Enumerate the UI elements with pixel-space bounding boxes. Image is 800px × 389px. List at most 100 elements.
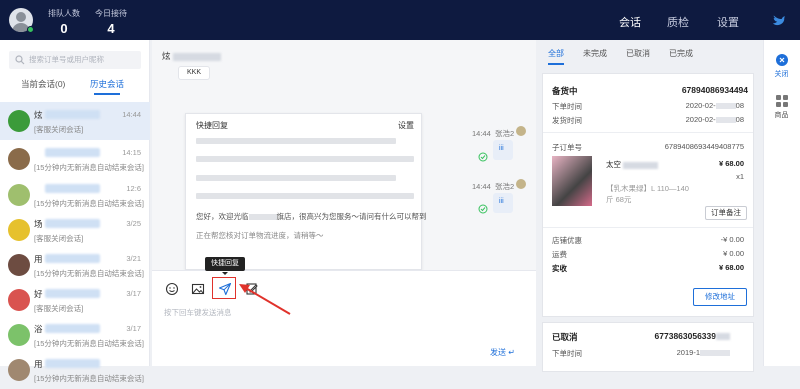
online-status-dot	[27, 26, 34, 33]
order-remark-button[interactable]: 订单备注	[705, 206, 747, 220]
emoji-icon[interactable]	[165, 282, 179, 296]
redacted-name	[45, 184, 100, 193]
session-list-item[interactable]: 12:6 [15分钟内无新消息自动结束会话]	[0, 176, 150, 214]
redacted-name	[45, 148, 100, 157]
product-spec-price: 斤 68元	[606, 195, 632, 204]
order-tab-cancelled[interactable]: 已取消	[626, 48, 650, 59]
customer-avatar	[8, 148, 30, 170]
session-list-item[interactable]: 浴 3/17 [15分钟内无新消息自动结束会话]	[0, 316, 150, 354]
quick-reply-item[interactable]	[196, 138, 396, 144]
session-list-item[interactable]: 炫 14:44 [客服关闭会话]	[0, 102, 150, 140]
top-header: 排队人数 0 今日接待 4 会话 质检 设置	[0, 0, 800, 44]
agent-avatar-small	[516, 179, 526, 189]
customer-avatar	[8, 184, 30, 206]
read-check-icon	[478, 204, 488, 214]
agent-avatar-small	[516, 126, 526, 136]
ship-time-row: 发货时间 2020-02- 08	[552, 115, 744, 125]
nav-tab-quality[interactable]: 质检	[667, 14, 689, 30]
quick-reply-title: 快捷回复	[196, 121, 228, 130]
session-time: 14:15	[122, 148, 141, 157]
quick-reply-popup: 快捷回复 设置 您好，欢迎光临 旗店，很高兴为您服务～请问有什么可以帮到 正在帮您…	[185, 113, 427, 270]
quick-reply-settings-link[interactable]: 设置	[398, 120, 414, 131]
redacted-name	[45, 254, 100, 263]
order-tab-unfinished[interactable]: 未完成	[583, 48, 607, 59]
product-spec: 【乳木果绿】L 110—140	[606, 184, 689, 193]
session-list-item[interactable]: 好 3/17 [客服关闭会话]	[0, 281, 150, 319]
divider	[543, 227, 753, 228]
search-input[interactable]: 搜索订单号或用户昵称	[9, 51, 141, 69]
session-list-item[interactable]: 场 3/25 [客服关闭会话]	[0, 211, 150, 249]
session-last-message: [15分钟内无新消息自动结束会话]	[34, 374, 145, 383]
send-button[interactable]: 发送 ↵	[490, 347, 515, 358]
grid-icon	[775, 95, 788, 107]
customer-name: 好	[34, 289, 43, 299]
order-id: 6773863056339	[655, 331, 730, 341]
message-time-2: 14:44 张浩2	[472, 182, 515, 191]
message-composer	[152, 270, 536, 366]
divider	[543, 132, 753, 133]
close-icon	[775, 54, 788, 66]
shop-discount-row: 店铺优惠 -¥ 0.00	[552, 235, 744, 245]
session-list-item[interactable]: 用 [15分钟内无新消息自动结束会话]	[0, 351, 150, 389]
redacted-name	[45, 289, 100, 298]
goods-label: 商品	[774, 112, 789, 119]
goods-button[interactable]: 商品	[763, 95, 800, 120]
session-list-item[interactable]: 用 3/21 [15分钟内无新消息自动结束会话]	[0, 246, 150, 284]
agent-message-bubble-2: iii	[493, 193, 513, 213]
order-status: 已取消 6773863056339	[552, 331, 744, 343]
message-input[interactable]: 按下回车键发送消息	[164, 307, 232, 318]
product-image[interactable]	[552, 156, 592, 206]
read-check-icon	[478, 152, 488, 162]
image-icon[interactable]	[191, 282, 205, 296]
customer-avatar	[8, 289, 30, 311]
quick-reply-item[interactable]: 您好，欢迎光临 旗店，很高兴为您服务～请问有什么可以帮到	[196, 211, 427, 222]
customer-avatar	[8, 254, 30, 276]
customer-avatar	[8, 219, 30, 241]
search-icon	[15, 55, 25, 65]
session-time: 14:44	[122, 110, 141, 119]
quick-reply-item[interactable]	[196, 193, 414, 199]
nav-tab-conversation[interactable]: 会话	[619, 14, 641, 44]
redacted-name	[45, 359, 100, 368]
queue-count-label: 排队人数	[48, 9, 80, 18]
sub-order-row: 子订单号 6789408693449408775	[552, 142, 744, 152]
order-card: 备货中 67894086934494 下单时间 2020-02- 08 发货时间 202…	[542, 73, 754, 317]
order-tab-all[interactable]: 全部	[548, 48, 564, 65]
close-label: 关闭	[774, 71, 789, 78]
highlight-box	[212, 277, 236, 299]
quick-reply-item[interactable]: 正在帮您核对订单物流进度，请稍等～	[196, 230, 324, 241]
queue-count-stat: 排队人数 0	[48, 8, 80, 36]
order-status: 备货中 67894086934494	[552, 85, 748, 96]
tab-current-sessions[interactable]: 当前会话(0)	[21, 78, 65, 90]
tab-history-sessions[interactable]: 历史会话	[90, 78, 124, 95]
session-last-message: [15分钟内无新消息自动结束会话]	[34, 269, 145, 278]
today-received-stat: 今日接待 4	[95, 8, 127, 36]
order-time-row: 下单时间 2020-02- 08	[552, 101, 744, 111]
redacted-name	[45, 110, 100, 119]
session-time: 12:6	[126, 184, 141, 193]
order-tab-completed[interactable]: 已完成	[669, 48, 693, 59]
close-sidebar-button[interactable]: 关闭	[763, 54, 800, 79]
session-list-item[interactable]: 14:15 [15分钟内无新消息自动结束会话]	[0, 140, 150, 178]
customer-avatar	[8, 324, 30, 346]
session-last-message: [15分钟内无新消息自动结束会话]	[34, 163, 145, 172]
session-last-message: [客服关闭会话]	[34, 234, 84, 243]
order-id: 67894086934494	[681, 85, 748, 95]
customer-name: 场	[34, 219, 43, 229]
quick-reply-item[interactable]	[196, 156, 414, 162]
session-last-message: [客服关闭会话]	[34, 125, 84, 134]
today-received-value: 4	[107, 21, 115, 36]
today-received-label: 今日接待	[95, 9, 127, 18]
nav-tab-settings[interactable]: 设置	[717, 14, 739, 30]
queue-count-value: 0	[60, 21, 68, 36]
customer-avatar	[8, 110, 30, 132]
customer-avatar	[8, 359, 30, 381]
edit-address-button[interactable]: 修改地址	[693, 288, 747, 306]
order-time-row: 下单时间 2019-1	[552, 348, 744, 359]
annotation-arrow-icon	[239, 284, 291, 315]
product-name: 太空 ¥ 68.00	[606, 159, 744, 169]
quick-reply-tooltip: 快捷回复	[205, 257, 245, 275]
quick-reply-item[interactable]	[196, 175, 396, 181]
redacted-name	[45, 324, 100, 333]
session-time: 3/17	[126, 324, 141, 333]
